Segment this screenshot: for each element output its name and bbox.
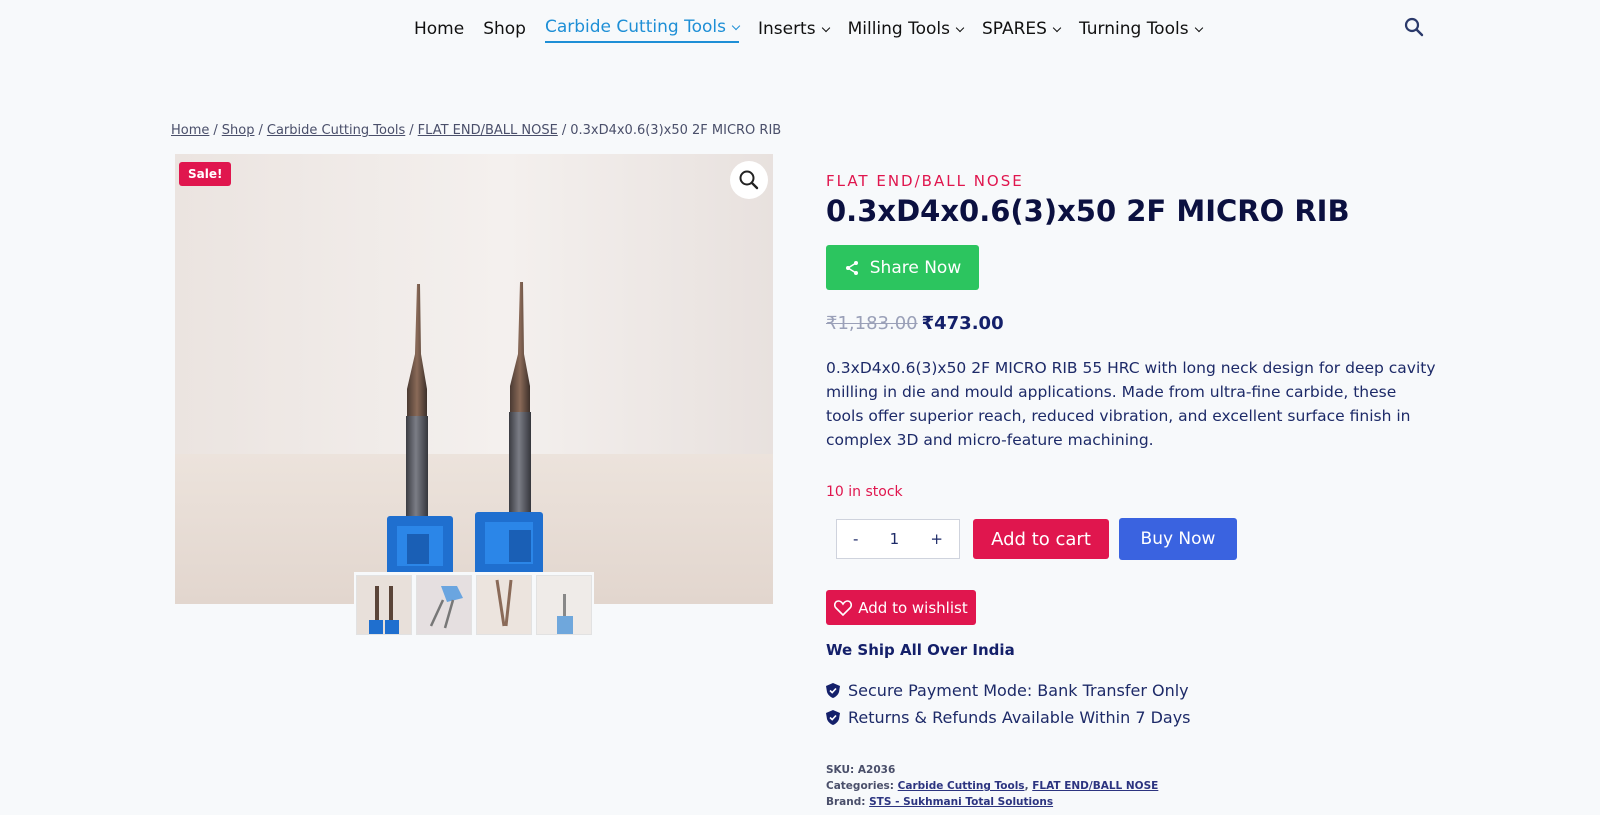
stock-status: 10 in stock <box>826 484 903 500</box>
breadcrumb-separator: / <box>409 123 414 138</box>
shield-check-icon <box>826 710 840 725</box>
breadcrumb-separator: / <box>561 123 567 138</box>
share-button-label: Share Now <box>869 257 962 278</box>
nav-item-carbide-cutting-tools[interactable]: Carbide Cutting Tools <box>544 15 741 43</box>
thumbnail-3[interactable] <box>476 575 532 635</box>
wishlist-label: Add to wishlist <box>858 598 968 617</box>
breadcrumb-category[interactable]: Carbide Cutting Tools <box>267 123 405 138</box>
brand-link[interactable]: STS - Sukhmani Total Solutions <box>869 796 1053 808</box>
shipping-note: We Ship All Over India <box>826 641 1015 659</box>
feature-item: Secure Payment Mode: Bank Transfer Only <box>826 681 1189 700</box>
nav-item-shop[interactable]: Shop <box>483 15 526 43</box>
feature-label: Secure Payment Mode: Bank Transfer Only <box>848 681 1189 700</box>
chevron-down-icon <box>731 21 741 30</box>
original-price: ₹1,183.00 <box>826 313 918 334</box>
heart-icon <box>834 599 853 616</box>
quantity-increase-button[interactable]: + <box>930 530 943 548</box>
nav-item-label: Home <box>414 19 465 39</box>
nav-item-label: Turning Tools <box>1078 19 1189 39</box>
add-to-cart-button[interactable]: Add to cart <box>973 519 1109 559</box>
product-category-label[interactable]: FLAT END/BALL NOSE <box>826 172 1024 190</box>
magnifier-icon[interactable] <box>730 161 768 199</box>
add-to-wishlist-button[interactable]: Add to wishlist <box>826 590 976 625</box>
categories-label: Categories: <box>826 780 895 792</box>
product-brand: Brand: STS - Sukhmani Total Solutions <box>826 796 1053 808</box>
chevron-down-icon <box>1194 23 1203 32</box>
breadcrumb: Home / Shop / Carbide Cutting Tools / FLAT END… <box>171 123 781 138</box>
feature-label: Returns & Refunds Available Within 7 Day… <box>848 708 1191 727</box>
breadcrumb-home[interactable]: Home <box>171 123 209 138</box>
nav-item-home[interactable]: Home <box>414 15 464 43</box>
share-icon <box>845 260 858 275</box>
shield-check-icon <box>826 683 840 698</box>
nav-item-label: Shop <box>483 19 526 39</box>
sale-badge: Sale! <box>179 162 232 186</box>
chevron-down-icon <box>1052 23 1062 32</box>
product-categories: Categories: Carbide Cutting Tools, FLAT … <box>826 780 1159 792</box>
top-nav: Home Shop Carbide Cutting Tools Inserts … <box>0 0 1600 56</box>
thumbnail-4[interactable] <box>536 575 592 635</box>
breadcrumb-subcategory[interactable]: FLAT END/BALL NOSE <box>418 123 558 138</box>
category-link[interactable]: Carbide Cutting Tools <box>898 780 1025 792</box>
nav-item-inserts[interactable]: Inserts <box>757 15 830 43</box>
product-sku: SKU: A2036 <box>826 764 895 776</box>
breadcrumb-separator: / <box>213 123 218 138</box>
nav-item-spares[interactable]: SPARES <box>982 15 1062 43</box>
nav-item-milling-tools[interactable]: Milling Tools <box>847 15 965 43</box>
breadcrumb-current: 0.3xD4x0.6(3)x50 2F MICRO RIB <box>570 123 782 138</box>
share-button[interactable]: Share Now <box>826 245 979 290</box>
search-icon[interactable] <box>1404 17 1424 37</box>
thumbnail-strip <box>354 572 594 638</box>
category-link[interactable]: FLAT END/BALL NOSE <box>1032 780 1158 792</box>
quantity-input[interactable]: 1 <box>890 530 900 548</box>
breadcrumb-shop[interactable]: Shop <box>222 123 255 138</box>
nav-item-label: SPARES <box>982 19 1047 39</box>
thumbnail-1[interactable] <box>356 575 412 635</box>
feature-item: Returns & Refunds Available Within 7 Day… <box>826 708 1191 727</box>
sku-label: SKU: <box>826 764 855 776</box>
nav-menu: Home Shop Carbide Cutting Tools Inserts … <box>414 15 1221 43</box>
breadcrumb-separator: / <box>258 123 263 138</box>
chevron-down-icon <box>955 23 965 32</box>
quantity-stepper: - 1 + <box>836 519 960 559</box>
buy-now-button[interactable]: Buy Now <box>1119 518 1237 560</box>
chevron-down-icon <box>821 23 830 32</box>
nav-item-label: Milling Tools <box>847 19 951 39</box>
quantity-decrease-button[interactable]: - <box>853 530 858 548</box>
brand-label: Brand: <box>826 796 866 808</box>
product-description: 0.3xD4x0.6(3)x50 2F MICRO RIB 55 HRC wit… <box>826 359 1436 449</box>
product-title: 0.3xD4x0.6(3)x50 2F MICRO RIB <box>826 194 1350 228</box>
sale-price: ₹473.00 <box>921 313 1004 334</box>
nav-item-label: Inserts <box>757 19 816 39</box>
sku-value: A2036 <box>857 764 896 776</box>
nav-item-turning-tools[interactable]: Turning Tools <box>1078 15 1203 43</box>
end-mill-illustration <box>387 282 543 604</box>
product-main-image[interactable] <box>175 154 773 604</box>
nav-item-label: Carbide Cutting Tools <box>544 17 726 37</box>
product-price: ₹1,183.00 ₹473.00 <box>826 313 1004 334</box>
thumbnail-2[interactable] <box>416 575 472 635</box>
